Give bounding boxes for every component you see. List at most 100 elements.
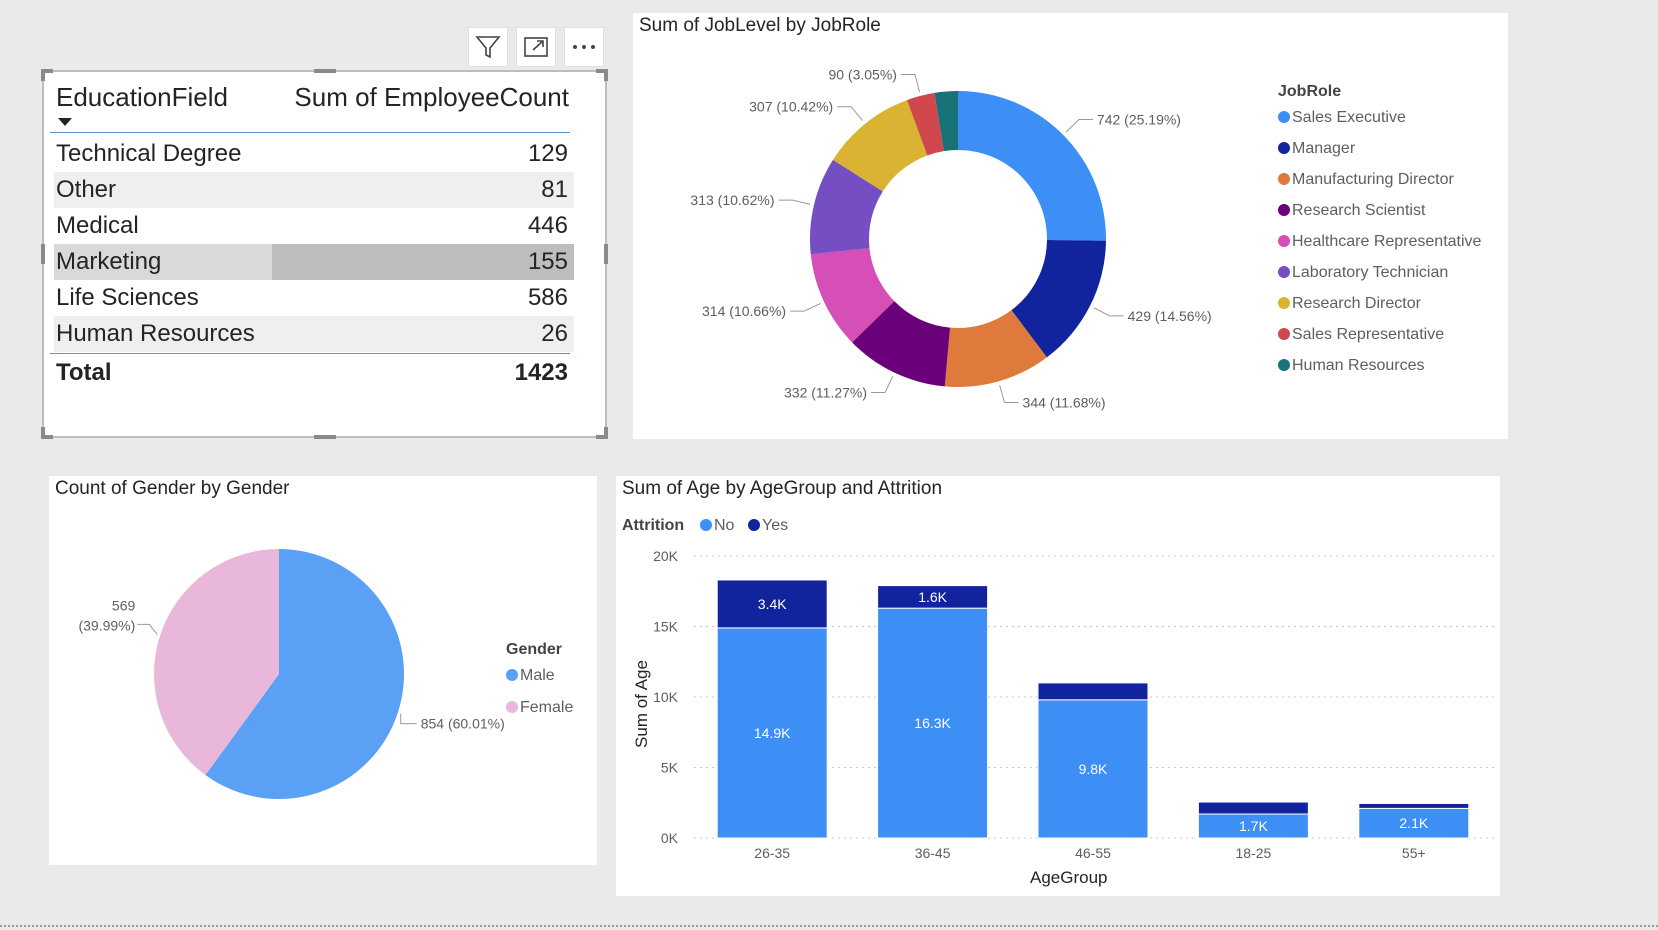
total-label: Total [56, 359, 112, 386]
data-label: (39.99%) [78, 617, 135, 633]
y-tick-label: 10K [653, 689, 679, 705]
focus-mode-button[interactable] [516, 27, 556, 67]
legend-label: Human Resources [1292, 357, 1425, 374]
legend-label: Research Scientist [1292, 202, 1426, 219]
y-tick-label: 5K [661, 760, 679, 776]
table-total-row: Total 1423 [54, 355, 574, 391]
leader-line [1093, 307, 1124, 317]
data-label: 569 [112, 597, 136, 613]
legend-dot [1278, 266, 1290, 278]
sort-arrow-icon[interactable] [58, 118, 72, 126]
education-table-visual[interactable]: EducationField Sum of EmployeeCount Tech… [41, 69, 608, 439]
data-label: 344 (11.68%) [1023, 395, 1106, 411]
more-options-button[interactable] [564, 27, 604, 67]
data-label: 1.6K [918, 589, 947, 605]
y-tick-label: 15K [653, 619, 679, 635]
legend-item-male[interactable]: Male [506, 667, 555, 685]
legend-label: Healthcare Representative [1292, 233, 1482, 250]
leader-line [790, 303, 821, 312]
table-row-highlighted[interactable]: Marketing 155 [54, 244, 574, 280]
resize-handle-top-left-v[interactable] [41, 69, 45, 81]
table-row[interactable]: Medical 446 [54, 208, 574, 244]
legend-title: Gender [506, 641, 563, 658]
y-axis-title: Sum of Age [631, 660, 651, 748]
legend-label: Sales Representative [1292, 326, 1445, 343]
jobrole-donut-visual[interactable]: Sum of JobLevel by JobRole 742 (25.19%) 4… [633, 13, 1508, 439]
legend-item-female[interactable]: Female [506, 699, 573, 717]
leader-line [999, 385, 1019, 404]
leader-line [1065, 118, 1093, 133]
bar-yes-55-[interactable] [1358, 802, 1470, 809]
x-tick-label: 46-55 [1075, 845, 1111, 861]
filter-button[interactable] [468, 27, 508, 67]
legend-label: Sales Executive [1292, 109, 1406, 126]
data-label: 854 (60.01%) [421, 716, 505, 732]
data-label: 16.3K [914, 715, 951, 731]
legend-item-sales-representative[interactable]: Sales Representative [1278, 326, 1444, 344]
legend-dot [1278, 173, 1290, 185]
leader-line [900, 74, 921, 93]
leader-line [837, 106, 863, 122]
row-count: 81 [541, 176, 568, 203]
row-count: 26 [541, 320, 568, 347]
legend-dot [506, 669, 518, 681]
legend-dot [1278, 142, 1290, 154]
table-row[interactable]: Human Resources 26 [54, 316, 574, 352]
age-bar-visual[interactable]: Sum of Age by AgeGroup and Attrition Att… [616, 476, 1500, 896]
leader-line [400, 713, 417, 725]
data-label: 14.9K [754, 725, 791, 741]
data-label: 313 (10.62%) [690, 192, 774, 208]
legend-item-manager[interactable]: Manager [1278, 140, 1355, 158]
more-icon [573, 45, 595, 49]
filter-icon [475, 36, 501, 59]
row-count: 155 [527, 248, 568, 275]
legend-item-research-director[interactable]: Research Director [1278, 295, 1421, 313]
legend-dot [1278, 328, 1290, 340]
legend-item-sales-executive[interactable]: Sales Executive [1278, 109, 1406, 127]
x-tick-label: 18-25 [1235, 845, 1271, 861]
resize-handle-top[interactable] [314, 69, 336, 73]
resize-handle-right[interactable] [604, 244, 608, 264]
resize-handle-left[interactable] [41, 244, 45, 264]
page-bottom-border [0, 925, 1658, 927]
legend-item-research-scientist[interactable]: Research Scientist [1278, 202, 1425, 220]
table-row[interactable]: Other 81 [54, 172, 574, 208]
table-header-employeecount[interactable]: Sum of EmployeeCount [294, 82, 569, 113]
leader-line [778, 199, 811, 205]
resize-handle-top-right-v[interactable] [604, 69, 608, 81]
y-tick-label: 20K [653, 548, 679, 564]
total-value: 1423 [514, 359, 568, 386]
x-axis-title: AgeGroup [1030, 868, 1108, 887]
legend-item-laboratory-technician[interactable]: Laboratory Technician [1278, 264, 1448, 282]
legend-dot [1278, 204, 1290, 216]
data-label: 2.1K [1399, 815, 1428, 831]
resize-handle-bottom-right-v[interactable] [604, 427, 608, 439]
resize-handle-bottom-left-v[interactable] [41, 427, 45, 439]
data-label: 429 (14.56%) [1128, 308, 1212, 324]
legend-item-human-resources[interactable]: Human Resources [1278, 357, 1425, 375]
legend-item-manufacturing-director[interactable]: Manufacturing Director [1278, 171, 1454, 189]
legend-label: Manager [1292, 140, 1356, 157]
total-divider [50, 353, 570, 354]
data-label: 742 (25.19%) [1097, 111, 1181, 127]
row-field: Medical [56, 212, 139, 239]
x-tick-label: 55+ [1402, 845, 1426, 861]
data-label: 3.4K [758, 596, 787, 612]
table-header-educationfield[interactable]: EducationField [56, 82, 228, 113]
resize-handle-bottom[interactable] [314, 435, 336, 439]
bar-yes-46-55[interactable] [1037, 682, 1149, 701]
row-field: Marketing [56, 248, 162, 275]
table-row[interactable]: Life Sciences 586 [54, 280, 574, 316]
bar-chart: 0K 5K 10K 15K 20K 14.9K 3.4K 26-35 16.3K 1.6K 36-… [653, 548, 1496, 861]
donut-chart: 742 (25.19%) 429 (14.56%) 344 (11.68%) 332 … [690, 67, 1212, 411]
row-count: 129 [527, 140, 568, 167]
row-count: 586 [527, 284, 568, 311]
table-row[interactable]: Technical Degree 129 [54, 136, 574, 172]
donut-slice-sales-executive[interactable] [958, 91, 1106, 241]
data-label: 1.7K [1239, 818, 1268, 834]
gender-pie-visual[interactable]: Count of Gender by Gender 854 (60.01%) 56… [49, 476, 597, 865]
row-field: Human Resources [56, 320, 255, 347]
bar-yes-18-25[interactable] [1197, 801, 1309, 815]
legend-dot [1278, 111, 1290, 123]
legend-item-healthcare-representative[interactable]: Healthcare Representative [1278, 233, 1481, 251]
